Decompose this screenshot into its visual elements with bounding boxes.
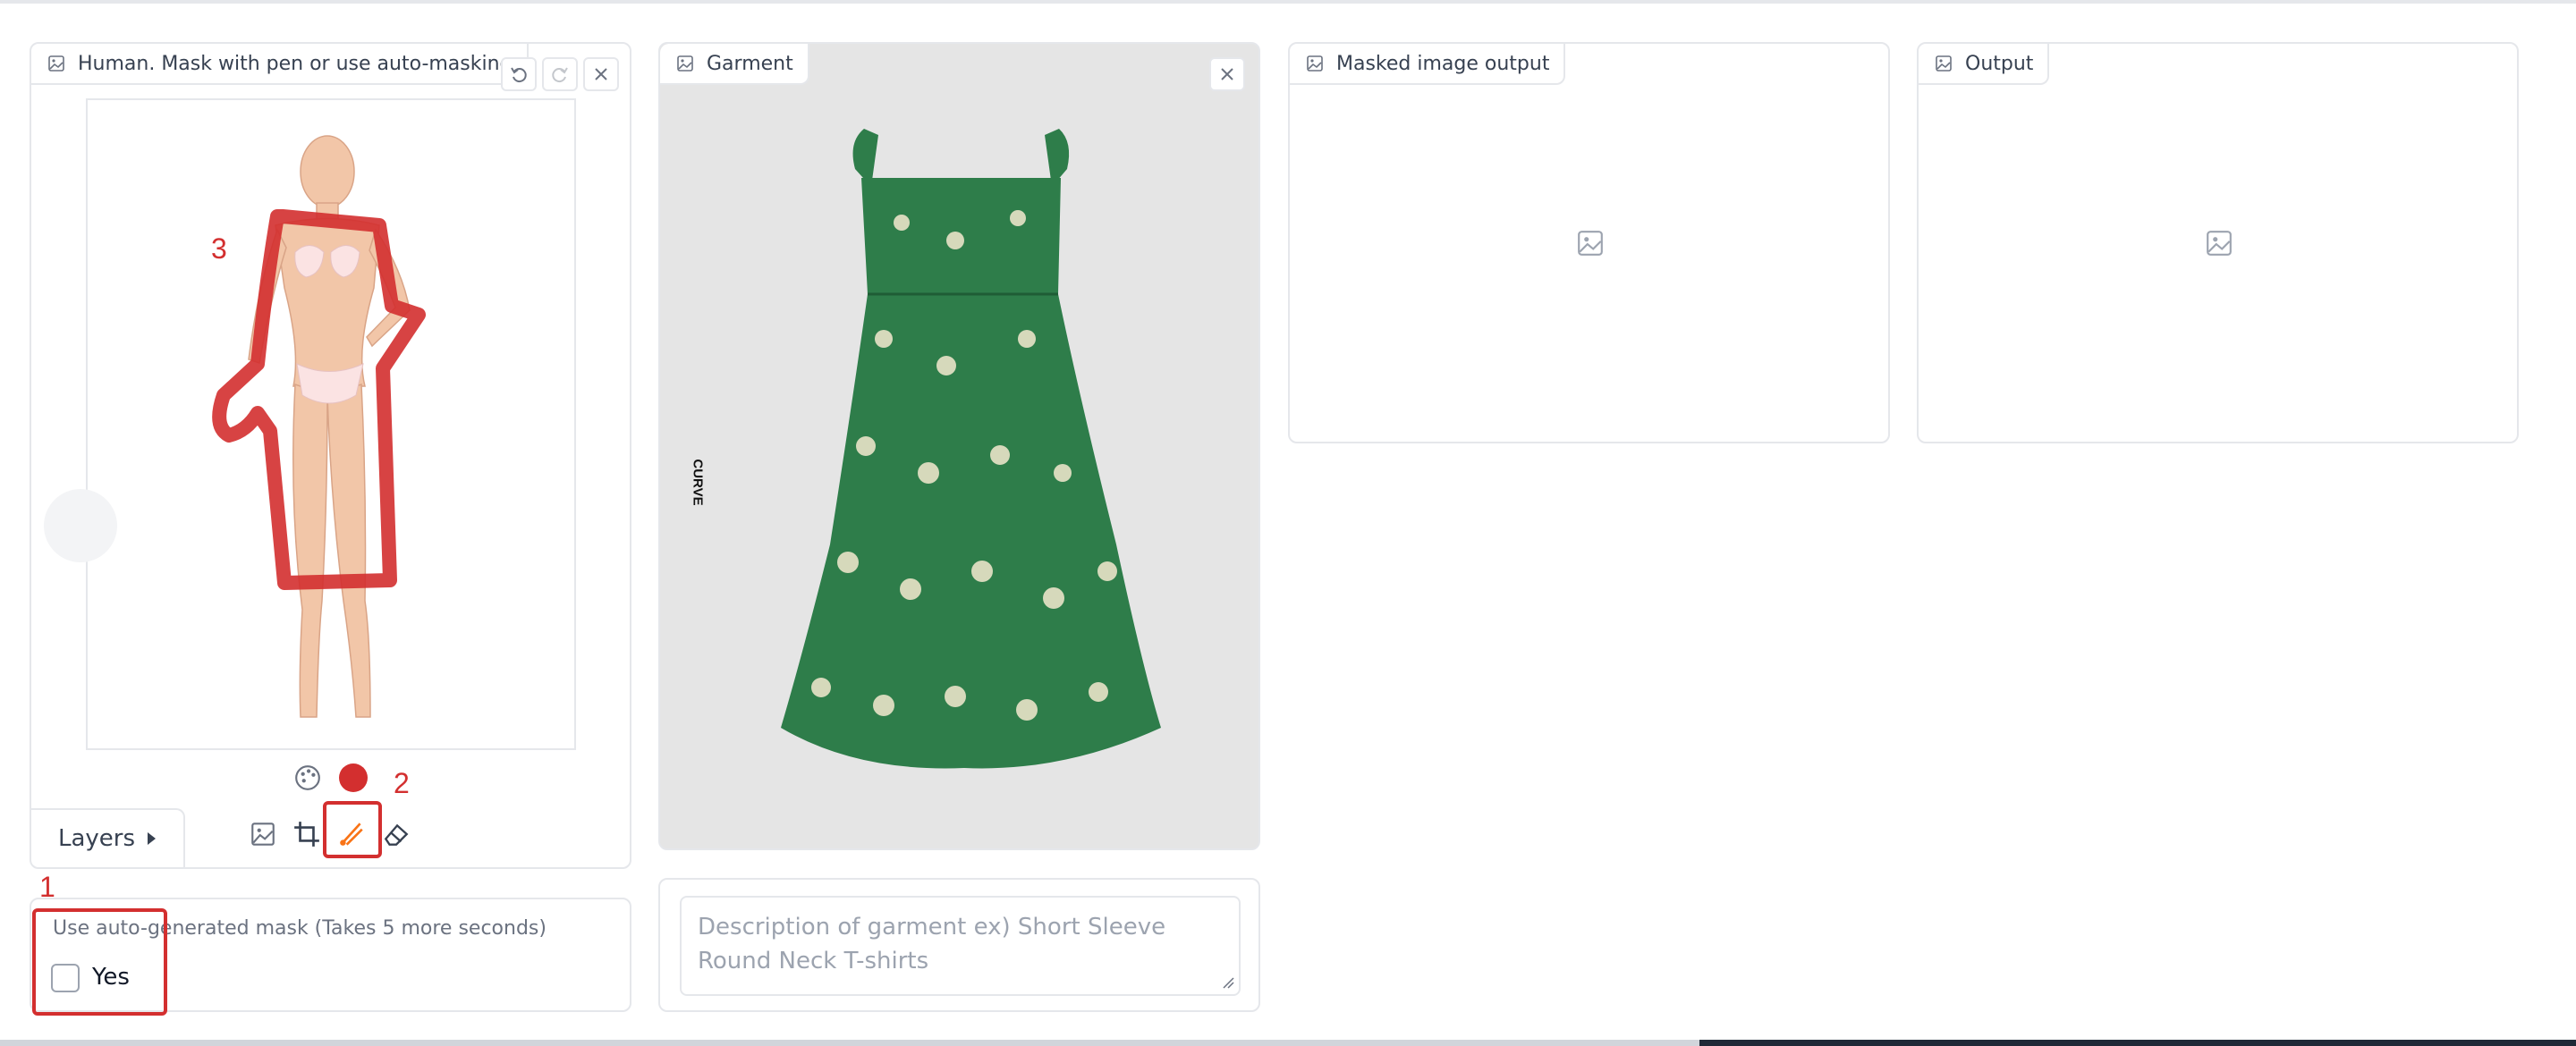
output-panel: Output — [1917, 42, 2519, 443]
garment-panel-title: Garment — [707, 52, 793, 75]
human-panel-title: Human. Mask with pen or use auto-masking — [78, 52, 513, 75]
undo-button[interactable] — [501, 57, 537, 91]
image-icon — [1307, 55, 1323, 72]
canvas-pan-handle[interactable] — [44, 489, 117, 562]
annotation-number-1: 1 — [39, 871, 55, 903]
empty-image-icon — [1578, 231, 1603, 256]
caret-right-icon — [148, 832, 157, 845]
garment-panel: Garment CURVE — [658, 42, 1260, 850]
top-border — [0, 0, 2576, 4]
image-icon — [1936, 55, 1952, 72]
garment-brand-text: CURVE — [690, 459, 706, 506]
output-panel-label: Output — [1919, 44, 2050, 85]
bottom-taskbar-dark — [1699, 1040, 2576, 1046]
annotation-number-3: 3 — [211, 232, 227, 265]
human-figure-image — [212, 135, 426, 718]
annotation-box-brush — [323, 801, 382, 858]
garment-panel-label: Garment — [660, 44, 809, 85]
undo-icon — [511, 67, 527, 83]
masked-output-panel: Masked image output — [1288, 42, 1890, 443]
garment-description-textarea[interactable]: Description of garment ex) Short Sleeve … — [680, 896, 1241, 996]
description-panel: Description of garment ex) Short Sleeve … — [658, 878, 1260, 1012]
masked-panel-label: Masked image output — [1290, 44, 1566, 85]
palette-icon[interactable] — [293, 763, 322, 792]
annotation-number-2: 2 — [394, 767, 410, 799]
mask-canvas[interactable] — [86, 98, 576, 750]
garment-image — [660, 44, 1258, 848]
image-tool-icon[interactable] — [249, 820, 277, 848]
image-icon — [677, 55, 693, 72]
eraser-tool-icon[interactable] — [382, 820, 411, 848]
redo-icon — [552, 67, 568, 83]
empty-image-icon — [2207, 231, 2232, 256]
clear-human-button[interactable] — [583, 57, 619, 91]
redo-button[interactable] — [542, 57, 578, 91]
close-icon — [595, 68, 607, 80]
clear-garment-button[interactable] — [1209, 57, 1245, 91]
masked-panel-title: Masked image output — [1336, 52, 1550, 75]
output-panel-title: Output — [1965, 52, 2034, 75]
resize-handle-icon[interactable] — [1222, 976, 1234, 989]
human-panel-label: Human. Mask with pen or use auto-masking — [31, 44, 529, 85]
human-image-editor-panel: Human. Mask with pen or use auto-masking — [30, 42, 631, 869]
close-icon — [1221, 68, 1233, 80]
layers-button[interactable]: Layers — [31, 808, 185, 867]
brush-color-swatch[interactable] — [339, 763, 368, 792]
image-icon — [48, 55, 64, 72]
crop-tool-icon[interactable] — [292, 820, 321, 848]
layers-label: Layers — [58, 825, 136, 852]
annotation-box-auto-mask — [32, 908, 167, 1016]
